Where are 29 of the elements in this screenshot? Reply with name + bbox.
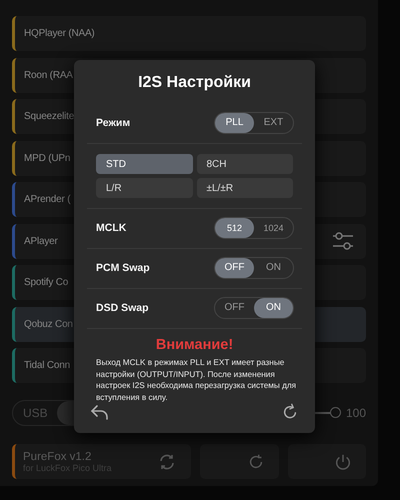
segment-option[interactable]: OFF (215, 258, 254, 278)
volume-value: 100 (346, 406, 366, 420)
sliders-icon[interactable] (332, 231, 354, 251)
setting-label: MCLK (96, 222, 126, 234)
segment-option[interactable]: 512 (215, 218, 254, 238)
power-card[interactable] (288, 444, 366, 479)
setting-label: PCM Swap (96, 262, 150, 274)
format-option[interactable]: STD (96, 154, 192, 174)
service-item[interactable]: HQPlayer (NAA) (12, 16, 366, 51)
segment-option[interactable]: OFF (215, 298, 254, 318)
segment-option[interactable]: ON (254, 298, 293, 318)
segment-option[interactable]: PLL (215, 112, 254, 132)
format-option[interactable]: ±L/±R (196, 178, 293, 198)
back-icon[interactable] (90, 403, 110, 421)
warning-title: Внимание! (154, 337, 234, 354)
segment-option[interactable]: 1024 (254, 218, 293, 238)
device-name: PureFox v1.2 (23, 450, 92, 462)
refresh-icon[interactable] (281, 403, 299, 421)
restart-card[interactable] (200, 444, 278, 479)
format-option[interactable]: 8CH (196, 154, 293, 174)
segment-option[interactable]: EXT (254, 112, 293, 132)
setting-label: DSD Swap (96, 302, 149, 314)
dialog-title: I2S Настройки (137, 74, 252, 92)
segment-option[interactable]: ON (254, 258, 293, 278)
power-icon[interactable] (334, 452, 352, 470)
warning-text: Выход MCLK в режимах PLL и EXT имеет разные настройки (OUTPUT/INPUT). После изменения настроек I2S необходима перезагрузка системы для вступления в силу. (96, 357, 298, 403)
sync-icon[interactable] (157, 452, 177, 472)
setting-label: Режим (96, 116, 130, 128)
format-option[interactable]: L/R (96, 178, 192, 198)
